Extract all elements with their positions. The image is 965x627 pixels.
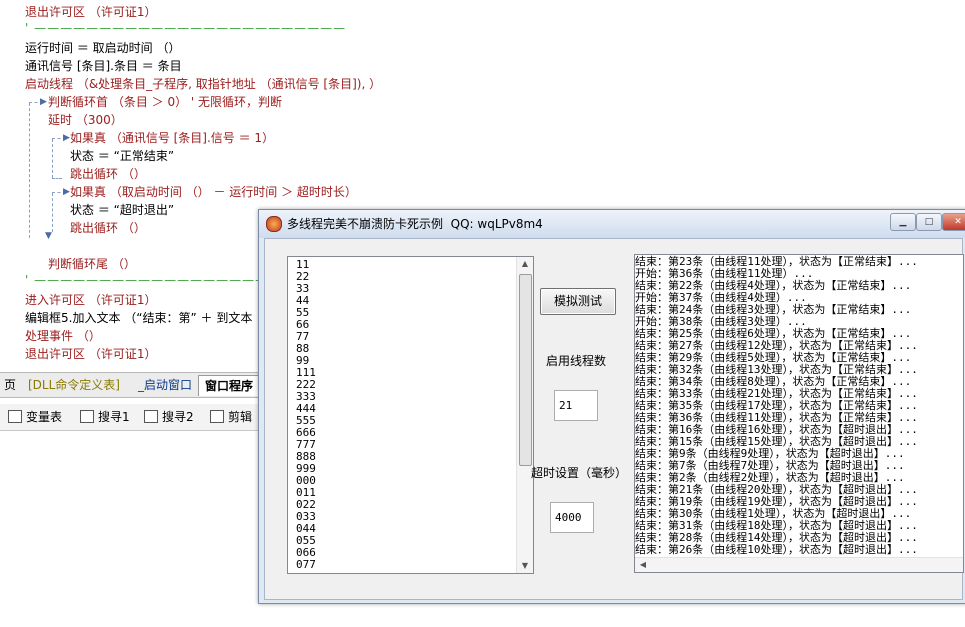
timeout-input[interactable]: 4000 bbox=[550, 502, 594, 533]
search1-button[interactable]: 搜寻1 bbox=[80, 408, 130, 426]
code-line: 跳出循环 （） bbox=[70, 221, 146, 235]
tab-startup-window[interactable]: _启动窗口 bbox=[132, 375, 198, 395]
code-line: 如果真 （取启动时间 （） － 运行时间 ＞ 超时时长） bbox=[70, 185, 357, 199]
maximize-button[interactable]: □ bbox=[916, 213, 942, 231]
search1-label: 搜寻1 bbox=[98, 410, 130, 424]
code-line: 判断循环首 （条目 ＞ 0） ' 无限循环，判断 bbox=[48, 95, 283, 109]
tab-dll-commands[interactable]: [DLL命令定义表] bbox=[22, 375, 126, 395]
window-title-qq: QQ: wqLPv8m4 bbox=[450, 217, 543, 231]
scroll-up-icon[interactable]: ▲ bbox=[519, 258, 531, 270]
code-line: 跳出循环 （） bbox=[70, 167, 146, 181]
timeout-label: 超时设置（毫秒） bbox=[531, 466, 628, 480]
code-line: 退出许可区 （许可证1） bbox=[25, 347, 157, 361]
code-line: 进入许可区 （许可证1） bbox=[25, 293, 157, 307]
flow-guide bbox=[29, 103, 30, 238]
clipboard-button[interactable]: 剪辑 bbox=[210, 408, 252, 426]
code-line: 判断循环尾 （） bbox=[48, 257, 136, 271]
simulate-test-button[interactable]: 模拟测试 bbox=[540, 288, 616, 315]
code-line: 状态 ＝ “超时退出” bbox=[70, 203, 175, 217]
separator-comment: ' ———————————————————————— bbox=[25, 21, 347, 35]
scroll-down-icon[interactable]: ▼ bbox=[519, 560, 531, 572]
variables-label: 变量表 bbox=[26, 410, 63, 424]
close-button[interactable]: ✕ bbox=[942, 213, 965, 231]
code-line: 启动线程 （&处理条目_子程序, 取指针地址 （通讯信号 [条目]), ） bbox=[25, 77, 382, 91]
flow-guide bbox=[52, 139, 53, 178]
variables-icon bbox=[8, 410, 22, 423]
tab-window-program[interactable]: 窗口程序 bbox=[198, 375, 261, 396]
arrow-right-icon: ▶ bbox=[63, 133, 70, 143]
search-icon bbox=[80, 410, 94, 423]
minimize-button[interactable]: ▁ bbox=[890, 213, 916, 231]
threads-label: 启用线程数 bbox=[546, 354, 607, 368]
arrow-down-icon: ▼ bbox=[45, 231, 52, 241]
threads-input[interactable]: 21 bbox=[554, 390, 598, 421]
search2-button[interactable]: 搜寻2 bbox=[144, 408, 194, 426]
code-line: 编辑框5.加入文本 （“结束：第” ＋ 到文本 bbox=[25, 311, 253, 325]
listbox-scrollbar[interactable]: ▲ ▼ bbox=[516, 257, 533, 573]
log-hscrollbar[interactable]: ◀ bbox=[635, 557, 963, 572]
window-client-area: 11 22 33 44 55 66 77 88 99 111 222 333 444 555 666 777 8… bbox=[264, 238, 964, 600]
search-icon bbox=[144, 410, 158, 423]
variables-button[interactable]: 变量表 bbox=[8, 408, 62, 426]
flow-guide bbox=[52, 193, 53, 232]
list-item[interactable]: 077 bbox=[296, 559, 316, 571]
window-title-text: 多线程完美不崩溃防卡死示例 bbox=[287, 217, 444, 231]
window-titlebar[interactable]: 多线程完美不崩溃防卡死示例 QQ: wqLPv8m4 ▁ □ ✕ bbox=[259, 210, 965, 238]
scroll-thumb[interactable] bbox=[519, 274, 532, 466]
code-line: 通讯信号 [条目].条目 ＝ 条目 bbox=[25, 59, 182, 73]
code-line: 退出许可区 （许可证1） bbox=[25, 5, 157, 19]
code-line: 处理事件 （） bbox=[25, 329, 101, 343]
arrow-right-icon: ▶ bbox=[40, 97, 47, 107]
log-line: 结束：第26条（由线程10处理），状态为【超时退出】... bbox=[635, 543, 918, 556]
window-title: 多线程完美不崩溃防卡死示例 QQ: wqLPv8m4 bbox=[287, 215, 543, 232]
tab-page[interactable]: 页 bbox=[0, 375, 22, 395]
demo-window: 多线程完美不崩溃防卡死示例 QQ: wqLPv8m4 ▁ □ ✕ 11 22 33 4… bbox=[258, 209, 965, 604]
scroll-left-icon[interactable]: ◀ bbox=[637, 559, 649, 571]
flow-guide bbox=[52, 178, 62, 179]
code-line: 运行时间 ＝ 取启动时间 （） bbox=[25, 41, 181, 55]
clipboard-label: 剪辑 bbox=[228, 410, 253, 424]
arrow-right-icon: ▶ bbox=[63, 187, 70, 197]
app-icon bbox=[266, 216, 282, 232]
code-line: 如果真 （通讯信号 [条目].信号 ＝ 1） bbox=[70, 131, 275, 145]
log-textbox[interactable]: 结束：第23条（由线程11处理），状态为【正常结束】... 开始：第36条（由线程… bbox=[634, 254, 964, 573]
clipboard-icon bbox=[210, 410, 224, 423]
items-listbox[interactable]: 11 22 33 44 55 66 77 88 99 111 222 333 444 555 666 777 8… bbox=[287, 256, 534, 574]
search2-label: 搜寻2 bbox=[162, 410, 194, 424]
code-line: 延时 （300） bbox=[48, 113, 123, 127]
code-line: 状态 ＝ “正常结束” bbox=[70, 149, 175, 163]
